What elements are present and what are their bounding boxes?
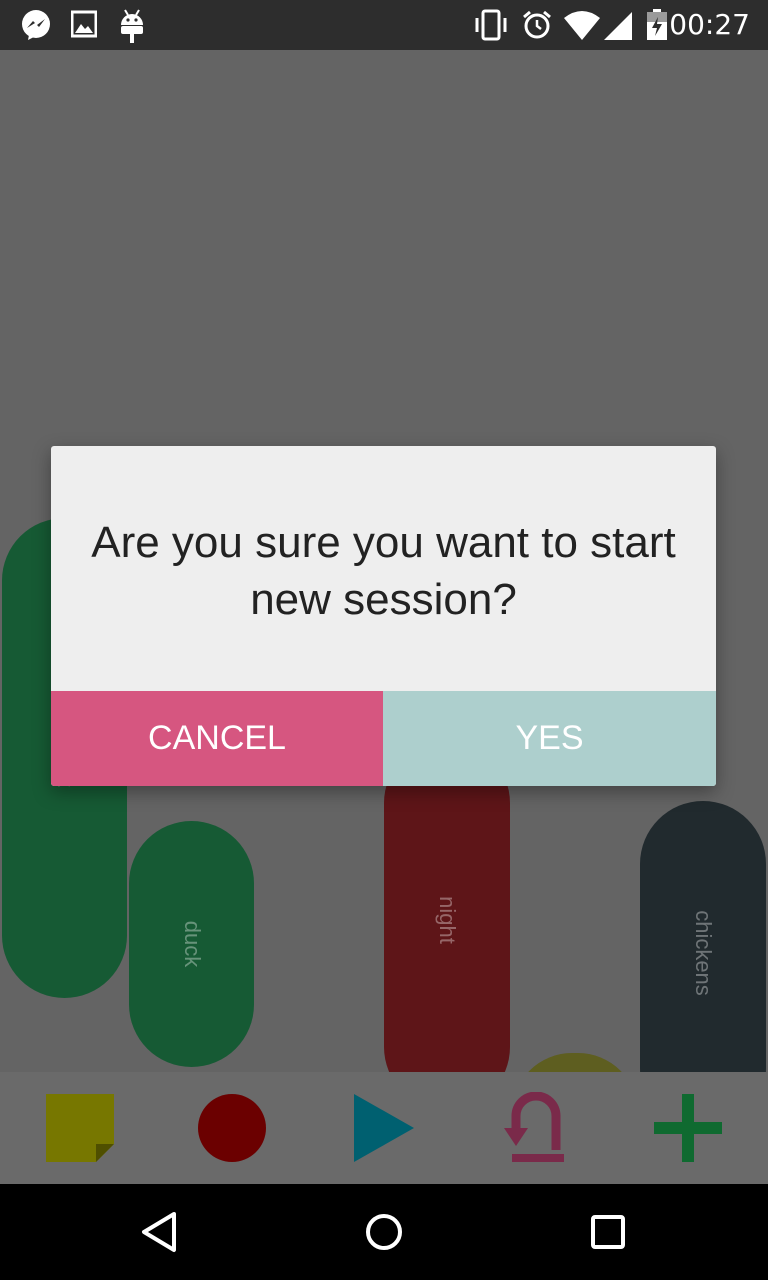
yes-button[interactable]: YES: [383, 691, 716, 786]
word-pill-label: chickens: [691, 910, 716, 996]
vibrate-icon: [472, 9, 510, 46]
dialog-message: Are you sure you want to start new sessi…: [91, 518, 676, 624]
note-icon[interactable]: [44, 1092, 116, 1164]
android-icon: [118, 9, 146, 48]
back-icon[interactable]: [136, 1208, 184, 1256]
play-icon[interactable]: [348, 1092, 420, 1164]
word-pill[interactable]: chickens: [640, 801, 766, 1072]
word-pill[interactable]: night: [384, 740, 510, 1072]
wifi-icon: [563, 9, 601, 46]
signal-icon: [603, 9, 633, 46]
home-icon[interactable]: [360, 1208, 408, 1256]
add-icon[interactable]: [652, 1092, 724, 1164]
record-icon[interactable]: [196, 1092, 268, 1164]
word-pill-label: duck: [179, 920, 205, 968]
image-icon: [70, 9, 98, 44]
clock-time: 00:27: [669, 8, 750, 41]
messenger-icon: [20, 9, 52, 46]
screen: 00:27 st duck night chickens: [0, 0, 768, 1280]
word-pill[interactable]: [512, 1053, 638, 1072]
status-bar: 00:27: [0, 0, 768, 50]
word-pill[interactable]: duck: [129, 821, 254, 1067]
alarm-icon: [521, 9, 553, 46]
undo-icon[interactable]: [500, 1091, 572, 1164]
bottom-toolbar: [0, 1072, 768, 1184]
confirm-dialog: Are you sure you want to start new sessi…: [51, 446, 716, 786]
word-pill-label: night: [435, 896, 460, 944]
navigation-bar: [0, 1184, 768, 1280]
cancel-button[interactable]: CANCEL: [51, 691, 383, 786]
recents-icon[interactable]: [584, 1208, 632, 1256]
battery-icon: [646, 9, 668, 46]
